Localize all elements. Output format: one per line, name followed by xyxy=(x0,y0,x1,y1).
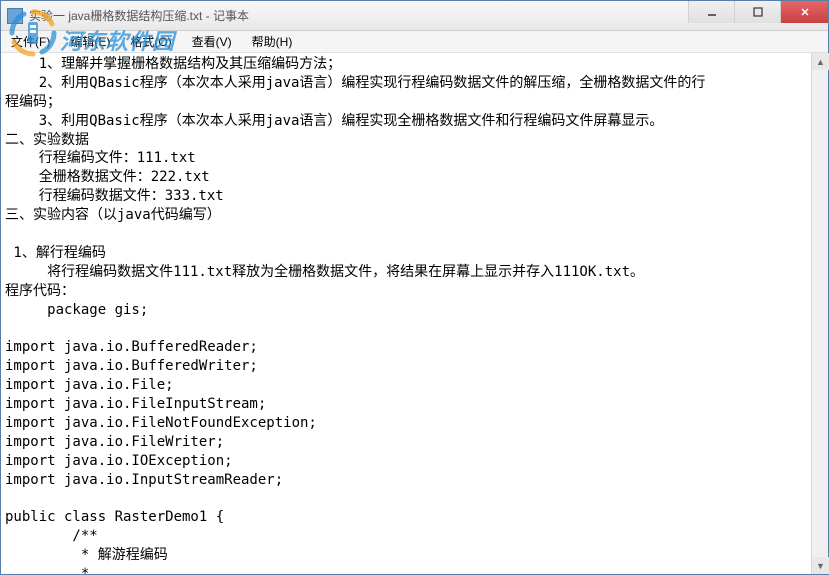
minimize-button[interactable] xyxy=(688,1,734,23)
window-title: 实验一 java栅格数据结构压缩.txt - 记事本 xyxy=(29,7,688,24)
window-controls xyxy=(688,1,828,30)
maximize-button[interactable] xyxy=(734,1,780,23)
scroll-down-arrow[interactable]: ▼ xyxy=(812,557,829,574)
menu-file[interactable]: 文件(F) xyxy=(5,31,56,52)
close-button[interactable] xyxy=(780,1,828,23)
menubar: 文件(F) 编辑(E) 格式(O) 查看(V) 帮助(H) xyxy=(1,31,828,53)
scroll-up-arrow[interactable]: ▲ xyxy=(812,53,829,70)
titlebar[interactable]: 实验一 java栅格数据结构压缩.txt - 记事本 xyxy=(1,1,828,31)
menu-view[interactable]: 查看(V) xyxy=(186,31,238,52)
menu-edit[interactable]: 编辑(E) xyxy=(64,31,116,52)
text-area[interactable]: 1、理解并掌握栅格数据结构及其压缩编码方法； 2、利用QBasic程序（本次本人… xyxy=(1,53,828,574)
vertical-scrollbar[interactable]: ▲ ▼ xyxy=(811,53,828,574)
notepad-icon xyxy=(7,8,23,24)
menu-format[interactable]: 格式(O) xyxy=(124,31,177,52)
notepad-window: 实验一 java栅格数据结构压缩.txt - 记事本 文件(F) 编辑(E) 格… xyxy=(0,0,829,575)
menu-help[interactable]: 帮助(H) xyxy=(246,31,299,52)
